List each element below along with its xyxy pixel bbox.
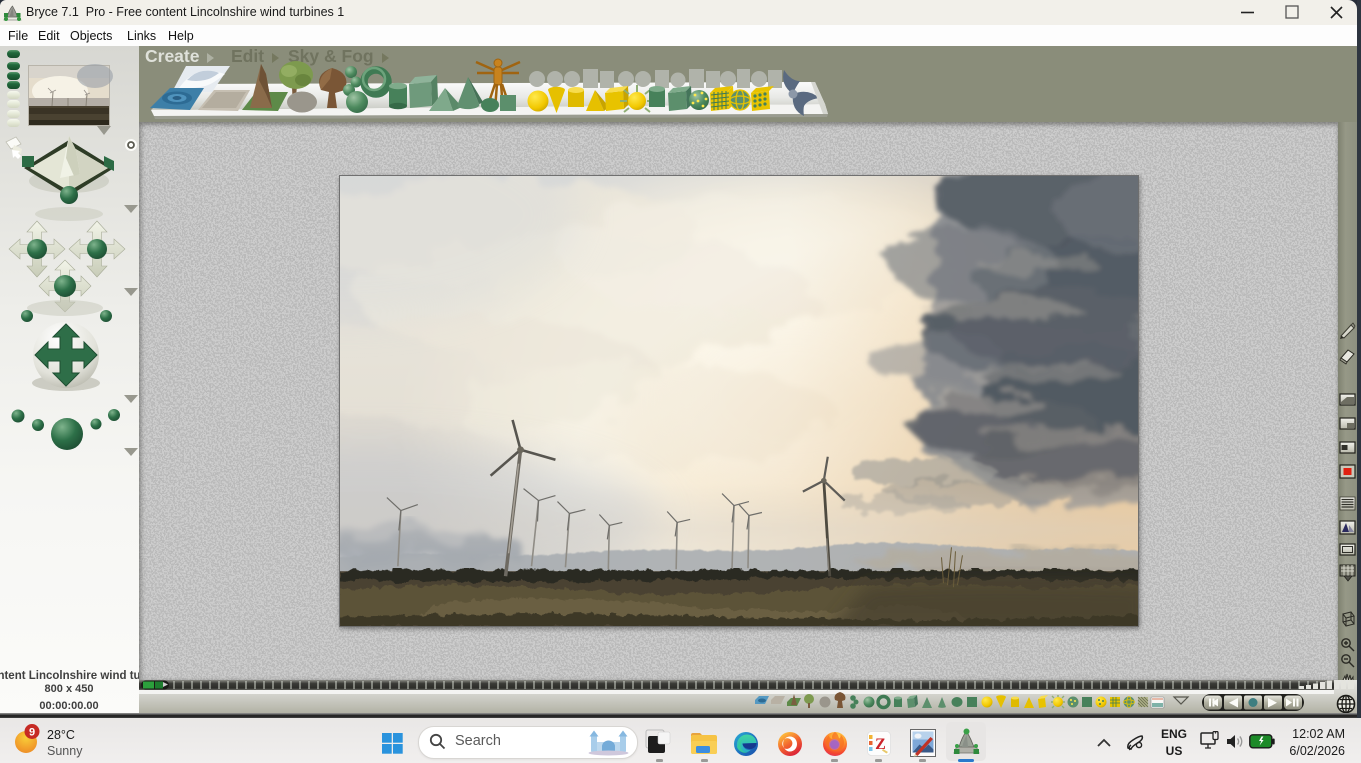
svg-text:800 x 450: 800 x 450 (45, 683, 94, 695)
svg-text:00:00:00.00: 00:00:00.00 (39, 700, 98, 712)
svg-text:ntent Lincolnshire wind tu: ntent Lincolnshire wind tu (0, 670, 139, 682)
svg-text:Edit: Edit (231, 46, 264, 66)
svg-text:9: 9 (29, 727, 35, 739)
svg-text:Create: Create (145, 46, 200, 66)
